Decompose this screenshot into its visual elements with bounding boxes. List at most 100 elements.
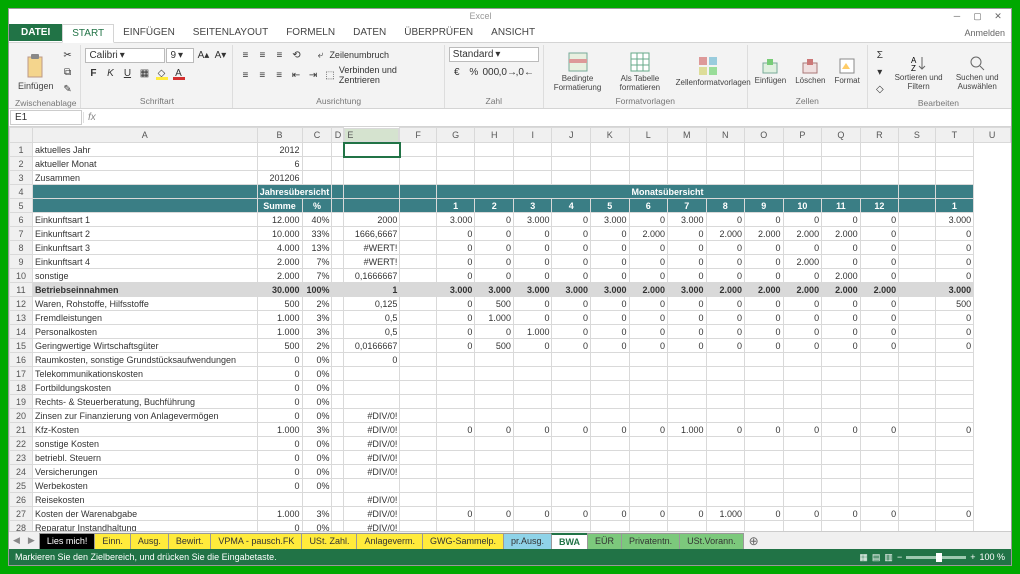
bold-button[interactable]: F: [85, 65, 101, 81]
cell[interactable]: [590, 521, 629, 532]
font-size-select[interactable]: 9 ▾: [166, 48, 194, 63]
cell[interactable]: 1666,6667: [344, 227, 400, 241]
cell[interactable]: [706, 493, 745, 507]
cell[interactable]: [706, 465, 745, 479]
cell[interactable]: 2.000: [822, 227, 861, 241]
cell[interactable]: 0: [513, 269, 552, 283]
cell[interactable]: [629, 451, 668, 465]
cell[interactable]: [706, 479, 745, 493]
cell[interactable]: 0: [436, 311, 475, 325]
cell[interactable]: [668, 171, 707, 185]
cell[interactable]: 3.000: [590, 283, 629, 297]
cell[interactable]: 6: [257, 157, 302, 171]
thousands-icon[interactable]: 000: [483, 64, 499, 80]
cell[interactable]: 0: [668, 269, 707, 283]
cell[interactable]: [590, 479, 629, 493]
merge-label[interactable]: Verbinden und Zentrieren: [339, 65, 440, 85]
cell[interactable]: 0: [668, 311, 707, 325]
cell[interactable]: Betriebseinnahmen: [32, 283, 257, 297]
cell[interactable]: 0: [590, 297, 629, 311]
cell[interactable]: 0: [590, 311, 629, 325]
sheet-tab[interactable]: Bewirt.: [168, 533, 212, 549]
cell[interactable]: 0: [783, 241, 822, 255]
row-header[interactable]: 14: [10, 325, 33, 339]
insert-cell-button[interactable]: Einfügen: [752, 57, 790, 85]
cell[interactable]: [935, 409, 974, 423]
cell[interactable]: Waren, Rohstoffe, Hilfsstoffe: [32, 297, 257, 311]
cell[interactable]: [332, 423, 344, 437]
cell[interactable]: 3.000: [935, 213, 974, 227]
cell[interactable]: 0: [257, 395, 302, 409]
cell[interactable]: [860, 157, 899, 171]
cell[interactable]: [935, 493, 974, 507]
cell[interactable]: 2.000: [783, 283, 822, 297]
cell[interactable]: 0: [860, 325, 899, 339]
cell[interactable]: [332, 381, 344, 395]
cell[interactable]: 0: [706, 297, 745, 311]
cell[interactable]: Zinsen zur Finanzierung von Anlagevermög…: [32, 409, 257, 423]
cell[interactable]: 0: [783, 507, 822, 521]
cell[interactable]: 0%: [302, 395, 332, 409]
cell[interactable]: [436, 171, 475, 185]
cell[interactable]: 2.000: [629, 283, 668, 297]
cell[interactable]: 0: [475, 269, 514, 283]
cell[interactable]: [344, 171, 400, 185]
minimize-icon[interactable]: ─: [948, 11, 966, 21]
cell[interactable]: [860, 395, 899, 409]
cell[interactable]: 2.000: [257, 269, 302, 283]
cell[interactable]: [400, 157, 437, 171]
cell[interactable]: 0%: [302, 353, 332, 367]
sort-filter-button[interactable]: AZSortieren und Filtern: [891, 54, 947, 91]
cell[interactable]: [783, 437, 822, 451]
cell[interactable]: [668, 409, 707, 423]
cell[interactable]: [745, 353, 784, 367]
cell[interactable]: 0: [706, 339, 745, 353]
cell[interactable]: 0: [475, 325, 514, 339]
cell[interactable]: sonstige Kosten: [32, 437, 257, 451]
align-top-icon[interactable]: ≡: [237, 47, 253, 63]
cell[interactable]: Kfz-Kosten: [32, 423, 257, 437]
cell[interactable]: 3.000: [552, 283, 591, 297]
cell[interactable]: [822, 353, 861, 367]
cell[interactable]: [822, 157, 861, 171]
cell[interactable]: [629, 479, 668, 493]
cell[interactable]: [332, 437, 344, 451]
cell[interactable]: 0: [935, 423, 974, 437]
cell[interactable]: [513, 157, 552, 171]
cell[interactable]: 0: [436, 507, 475, 521]
row-header[interactable]: 25: [10, 479, 33, 493]
cell[interactable]: #DIV/0!: [344, 465, 400, 479]
cell[interactable]: [590, 353, 629, 367]
cell[interactable]: [332, 241, 344, 255]
cell[interactable]: [899, 269, 936, 283]
cell[interactable]: [899, 157, 936, 171]
cell[interactable]: 0: [629, 507, 668, 521]
cell[interactable]: [436, 465, 475, 479]
cell[interactable]: 0: [822, 325, 861, 339]
cell[interactable]: 0: [590, 241, 629, 255]
cell[interactable]: 0: [475, 241, 514, 255]
cell[interactable]: [475, 465, 514, 479]
cell[interactable]: [332, 227, 344, 241]
cell[interactable]: 2.000: [745, 227, 784, 241]
cell[interactable]: [400, 143, 437, 157]
cell[interactable]: Fortbildungskosten: [32, 381, 257, 395]
row-header[interactable]: 17: [10, 367, 33, 381]
cell[interactable]: 2000: [344, 213, 400, 227]
cell[interactable]: [436, 437, 475, 451]
cell[interactable]: [400, 255, 437, 269]
cell[interactable]: [513, 171, 552, 185]
cell[interactable]: [302, 157, 332, 171]
row-header[interactable]: 19: [10, 395, 33, 409]
cell[interactable]: 0: [745, 297, 784, 311]
cell[interactable]: #DIV/0!: [344, 521, 400, 532]
cell[interactable]: 2.000: [629, 227, 668, 241]
cell[interactable]: [552, 353, 591, 367]
cell[interactable]: [783, 521, 822, 532]
cell[interactable]: [706, 395, 745, 409]
cell[interactable]: 0: [552, 297, 591, 311]
cell[interactable]: #DIV/0!: [344, 451, 400, 465]
row-header[interactable]: 20: [10, 409, 33, 423]
cell[interactable]: [475, 353, 514, 367]
cell[interactable]: [783, 367, 822, 381]
